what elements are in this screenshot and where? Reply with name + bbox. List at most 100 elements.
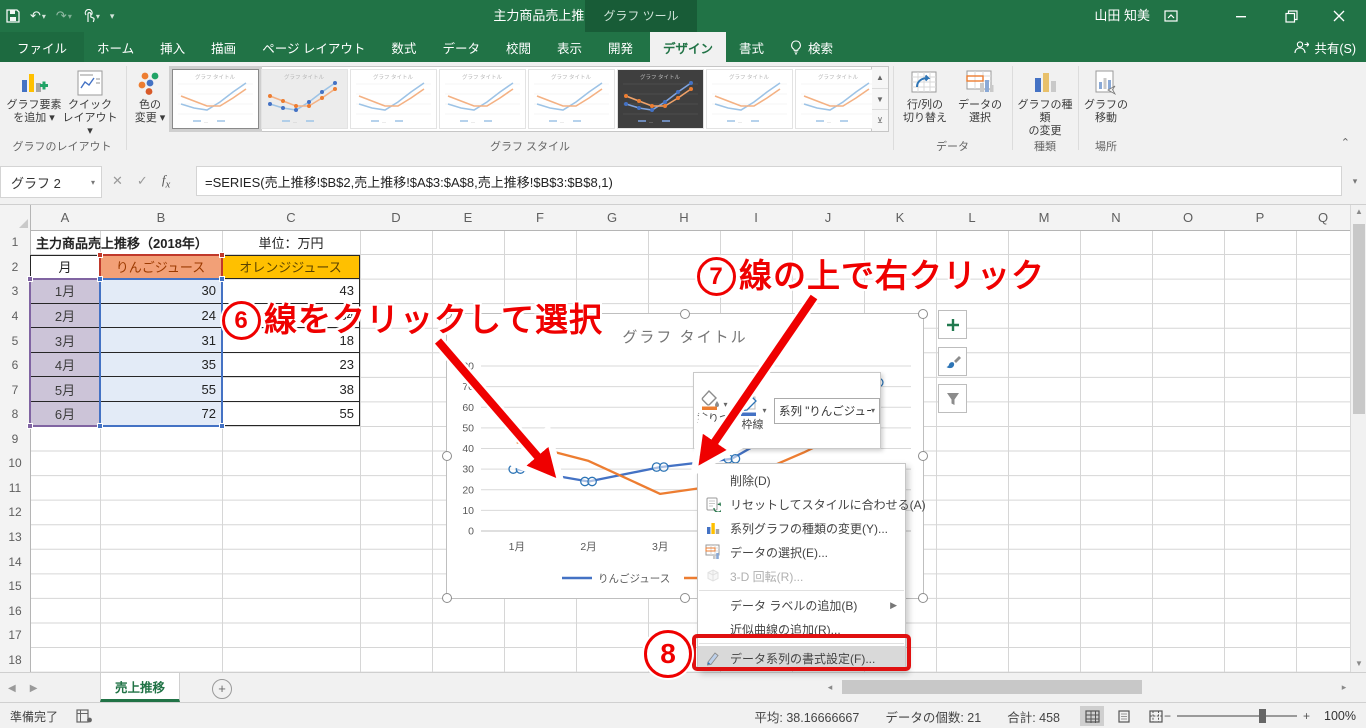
- zoom-out-icon[interactable]: −: [1164, 709, 1171, 723]
- collapse-ribbon-button[interactable]: ⌃: [1341, 136, 1350, 149]
- chart-style-style-6[interactable]: グラフ タイトル —: [617, 69, 704, 129]
- chart-resize-handle[interactable]: [918, 593, 928, 603]
- range-handle[interactable]: [219, 423, 225, 430]
- tab-ホーム[interactable]: ホーム: [84, 32, 147, 62]
- row-header-3[interactable]: 3: [0, 279, 31, 305]
- month-cell[interactable]: 5月: [30, 377, 100, 402]
- name-box[interactable]: グラフ 2 ▾: [0, 166, 102, 198]
- tab-デザイン[interactable]: デザイン: [650, 32, 727, 62]
- close-button[interactable]: [1322, 0, 1356, 32]
- sheet-tab-active[interactable]: 売上推移: [100, 673, 180, 702]
- tab-データ[interactable]: データ: [429, 32, 493, 62]
- chart-style-style-3[interactable]: グラフ タイトル —: [350, 69, 437, 129]
- column-header-A[interactable]: A: [30, 204, 101, 231]
- tab-ページ レイアウト[interactable]: ページ レイアウト: [249, 32, 378, 62]
- cell[interactable]: 月: [30, 254, 100, 280]
- tab-校閲[interactable]: 校閲: [493, 32, 544, 62]
- change-colors-button[interactable]: 色の 変更 ▾: [130, 66, 170, 125]
- chart-resize-handle[interactable]: [918, 309, 928, 319]
- page-layout-view-button[interactable]: [1112, 706, 1136, 726]
- apple-value-cell[interactable]: 30: [100, 279, 222, 304]
- change-chart-type-button[interactable]: グラフの種類 の変更: [1016, 66, 1074, 138]
- apple-value-cell[interactable]: 31: [100, 328, 222, 353]
- zoom-slider-thumb[interactable]: [1259, 709, 1267, 723]
- column-header-E[interactable]: E: [432, 204, 505, 231]
- chart-styles-button[interactable]: [938, 347, 967, 376]
- menu-item-デタの選択E[interactable]: データの選択(E)...: [698, 540, 905, 564]
- insert-function-icon[interactable]: fx: [162, 172, 170, 191]
- column-header-P[interactable]: P: [1224, 204, 1297, 231]
- tab-file[interactable]: ファイル: [0, 32, 85, 62]
- column-header-L[interactable]: L: [936, 204, 1009, 231]
- chart-style-style-4[interactable]: グラフ タイトル —: [439, 69, 526, 129]
- row-header-10[interactable]: 10: [0, 451, 31, 477]
- fill-color-button[interactable]: ▾ 塗りつ ぶし: [694, 385, 733, 437]
- column-header-I[interactable]: I: [720, 204, 793, 231]
- row-header-7[interactable]: 7: [0, 377, 31, 403]
- zoom-in-icon[interactable]: +: [1303, 709, 1310, 723]
- gallery-down-button[interactable]: ▼: [872, 89, 888, 111]
- chart-resize-handle[interactable]: [918, 451, 928, 461]
- table-title-cell[interactable]: 主力商品売上推移（2018年）: [36, 230, 208, 255]
- chart-filters-button[interactable]: [938, 384, 967, 413]
- chart-style-style-1[interactable]: グラフ タイトル —: [169, 66, 262, 132]
- month-cell[interactable]: 2月: [30, 303, 100, 329]
- vertical-scrollbar[interactable]: ▲ ▼: [1350, 204, 1366, 672]
- sheet-prev-icon[interactable]: ◀: [8, 683, 16, 694]
- gallery-more-button[interactable]: ⊻: [872, 110, 888, 131]
- month-cell[interactable]: 6月: [30, 401, 100, 427]
- column-header-G[interactable]: G: [576, 204, 649, 231]
- chart-style-style-2[interactable]: グラフ タイトル —: [261, 69, 348, 129]
- row-header-13[interactable]: 13: [0, 524, 31, 551]
- scroll-down-icon[interactable]: ▼: [1351, 656, 1366, 672]
- row-header-18[interactable]: 18: [0, 647, 31, 672]
- range-handle[interactable]: [97, 276, 103, 283]
- tab-数式[interactable]: 数式: [378, 32, 429, 62]
- column-header-D[interactable]: D: [360, 204, 433, 231]
- orange-value-cell[interactable]: 23: [222, 352, 360, 378]
- column-header-C[interactable]: C: [222, 204, 361, 231]
- orange-header-cell[interactable]: オレンジジュース: [222, 254, 360, 280]
- month-cell[interactable]: 4月: [30, 352, 100, 378]
- select-data-button[interactable]: データの 選択: [952, 66, 1008, 125]
- macro-record-icon[interactable]: [76, 709, 92, 723]
- apple-value-cell[interactable]: 72: [100, 401, 222, 427]
- tab-開発[interactable]: 開発: [595, 32, 646, 62]
- add-chart-element-button[interactable]: グラフ要素 を追加 ▾: [6, 66, 62, 125]
- menu-item-リセットしてスタイルに合わせ[interactable]: リセットしてスタイルに合わせる(A): [698, 492, 926, 516]
- menu-item-3D回転R[interactable]: 3-D 回転(R)...: [698, 564, 905, 588]
- move-chart-button[interactable]: グラフの 移動: [1082, 66, 1130, 125]
- outline-color-button[interactable]: ▾ 枠線: [733, 391, 772, 431]
- column-header-J[interactable]: J: [792, 204, 865, 231]
- row-header-12[interactable]: 12: [0, 500, 31, 526]
- row-header-14[interactable]: 14: [0, 549, 31, 575]
- normal-view-button[interactable]: [1080, 706, 1104, 726]
- range-handle[interactable]: [27, 276, 33, 283]
- tab-描画[interactable]: 描画: [198, 32, 249, 62]
- apple-header-cell[interactable]: りんごジュース: [100, 254, 222, 280]
- formula-bar-expand-icon[interactable]: ▾: [1346, 166, 1364, 196]
- scroll-right-icon[interactable]: ▸: [1336, 679, 1352, 695]
- column-header-O[interactable]: O: [1152, 204, 1225, 231]
- vertical-scroll-thumb[interactable]: [1353, 224, 1365, 414]
- ribbon-display-options-button[interactable]: [1154, 0, 1188, 32]
- row-header-17[interactable]: 17: [0, 622, 31, 649]
- menu-item-削除D[interactable]: 削除(D): [698, 468, 905, 492]
- column-header-K[interactable]: K: [864, 204, 937, 231]
- row-header-15[interactable]: 15: [0, 573, 31, 600]
- row-header-11[interactable]: 11: [0, 475, 31, 502]
- month-cell[interactable]: 1月: [30, 279, 100, 304]
- tab-書式[interactable]: 書式: [726, 32, 777, 62]
- range-handle[interactable]: [97, 423, 103, 430]
- row-header-16[interactable]: 16: [0, 598, 31, 624]
- tab-挿入[interactable]: 挿入: [147, 32, 198, 62]
- column-header-B[interactable]: B: [100, 204, 223, 231]
- chart-style-style-8[interactable]: グラフ タイトル —: [795, 69, 882, 129]
- chart-style-style-5[interactable]: グラフ タイトル —: [528, 69, 615, 129]
- range-handle[interactable]: [219, 251, 225, 258]
- column-header-F[interactable]: F: [504, 204, 577, 231]
- chart-resize-handle[interactable]: [680, 593, 690, 603]
- horizontal-scroll-thumb[interactable]: [842, 680, 1142, 694]
- column-header-Q[interactable]: Q: [1296, 204, 1350, 231]
- range-handle[interactable]: [97, 251, 103, 258]
